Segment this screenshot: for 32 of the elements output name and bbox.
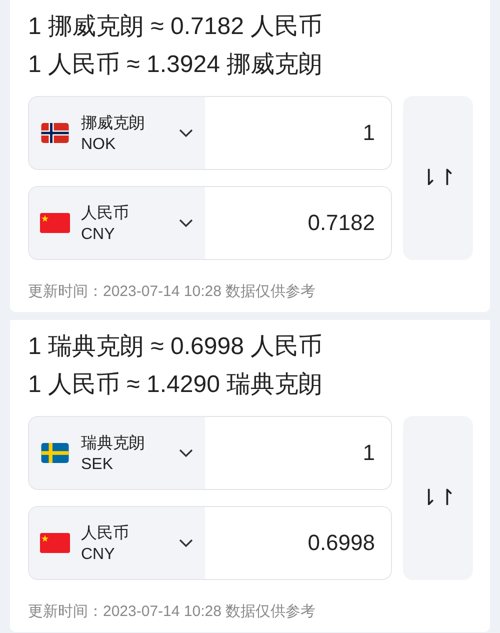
china-flag-icon <box>39 213 71 233</box>
norway-flag-icon <box>39 123 71 143</box>
currency-code: CNY <box>81 226 116 244</box>
swap-button[interactable]: ⇂↾ <box>403 96 473 260</box>
chevron-down-icon <box>179 539 193 547</box>
currency-code: SEK <box>81 456 114 474</box>
china-flag-icon <box>39 533 71 553</box>
currency-input[interactable]: 挪威克朗 NOK 1 <box>28 96 392 170</box>
sweden-flag-icon <box>39 443 71 463</box>
currency-input[interactable]: 人民币 CNY 0.7182 <box>28 186 392 260</box>
currency-input[interactable]: 人民币 CNY 0.6998 <box>28 506 392 580</box>
currency-selector[interactable]: 瑞典克朗 SEK <box>29 417 205 489</box>
currency-name: 人民币 <box>81 524 130 544</box>
currency-selector[interactable]: 人民币 CNY <box>29 507 205 579</box>
currency-code: NOK <box>81 136 117 154</box>
currency-name: 瑞典克朗 <box>81 434 146 454</box>
chevron-down-icon <box>179 449 193 457</box>
exchange-rate-text: 1 瑞典克朗 ≈ 0.6998 人民币 <box>28 332 324 362</box>
currency-code: CNY <box>81 546 116 564</box>
update-time-text: 更新时间：2023-07-14 10:28 数据仅供参考 <box>28 282 317 302</box>
update-time-text: 更新时间：2023-07-14 10:28 数据仅供参考 <box>28 602 317 622</box>
currency-name: 挪威克朗 <box>81 114 146 134</box>
currency-name: 人民币 <box>81 204 130 224</box>
swap-button[interactable]: ⇂↾ <box>403 416 473 580</box>
chevron-down-icon <box>179 219 193 227</box>
currency-selector[interactable]: 挪威克朗 NOK <box>29 97 205 169</box>
exchange-rate-text: 1 挪威克朗 ≈ 0.7182 人民币 <box>28 12 324 42</box>
exchange-rate-text: 1 人民币 ≈ 1.3924 挪威克朗 <box>28 50 324 80</box>
currency-input[interactable]: 瑞典克朗 SEK 1 <box>28 416 392 490</box>
chevron-down-icon <box>179 129 193 137</box>
exchange-rate-text: 1 人民币 ≈ 1.4290 瑞典克朗 <box>28 370 324 400</box>
currency-selector[interactable]: 人民币 CNY <box>29 187 205 259</box>
